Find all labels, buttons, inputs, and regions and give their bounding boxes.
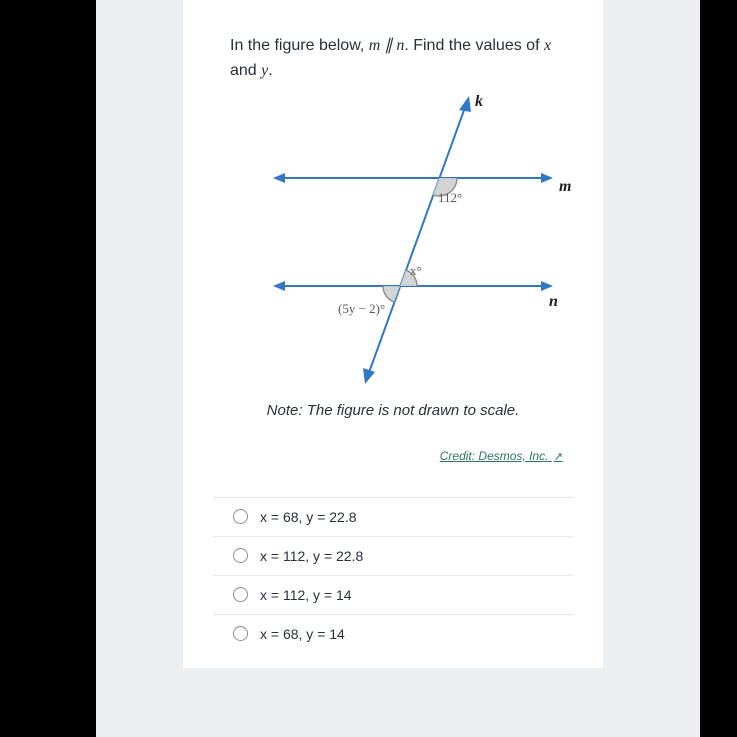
radio-icon [233,548,248,563]
figure: k m n 112° x° (5y − 2)° [213,88,573,398]
question-card: In the figure below, m ∥ n. Find the val… [183,0,603,668]
credit-text: Credit: Desmos, Inc. [440,449,549,463]
diagram-svg: k m n 112° x° (5y − 2)° [253,88,573,388]
label-angle-bottom: (5y − 2)° [338,301,385,316]
radio-icon [233,587,248,602]
option-label: x = 112, y = 14 [260,587,352,603]
question-text: In the figure below, m ∥ n. Find the val… [213,0,573,84]
external-link-icon: ↗ [554,451,563,463]
q-mid: . Find the values of [404,37,544,54]
credit-link[interactable]: Credit: Desmos, Inc. ↗ [440,449,563,463]
label-k: k [475,93,483,110]
option-a[interactable]: x = 68, y = 22.8 [213,497,573,536]
answer-options: x = 68, y = 22.8 x = 112, y = 22.8 x = 1… [213,497,573,653]
option-c[interactable]: x = 112, y = 14 [213,575,573,614]
label-n: n [549,293,558,310]
q-x: x [544,37,551,54]
option-d[interactable]: x = 68, y = 14 [213,614,573,653]
q-parallel: m ∥ n [369,37,405,54]
option-label: x = 112, y = 22.8 [260,548,363,564]
figure-note: Note: The figure is not drawn to scale. [213,402,573,419]
q-prefix: In the figure below, [230,37,369,54]
q-and: and [230,62,261,79]
label-angle-x: x° [410,263,422,278]
label-angle-top: 112° [438,190,462,205]
radio-icon [233,509,248,524]
option-label: x = 68, y = 22.8 [260,509,357,525]
credit-line: Credit: Desmos, Inc. ↗ [213,447,573,465]
radio-icon [233,626,248,641]
option-label: x = 68, y = 14 [260,626,345,642]
option-b[interactable]: x = 112, y = 22.8 [213,536,573,575]
q-suf: . [268,62,272,79]
label-m: m [559,178,571,195]
